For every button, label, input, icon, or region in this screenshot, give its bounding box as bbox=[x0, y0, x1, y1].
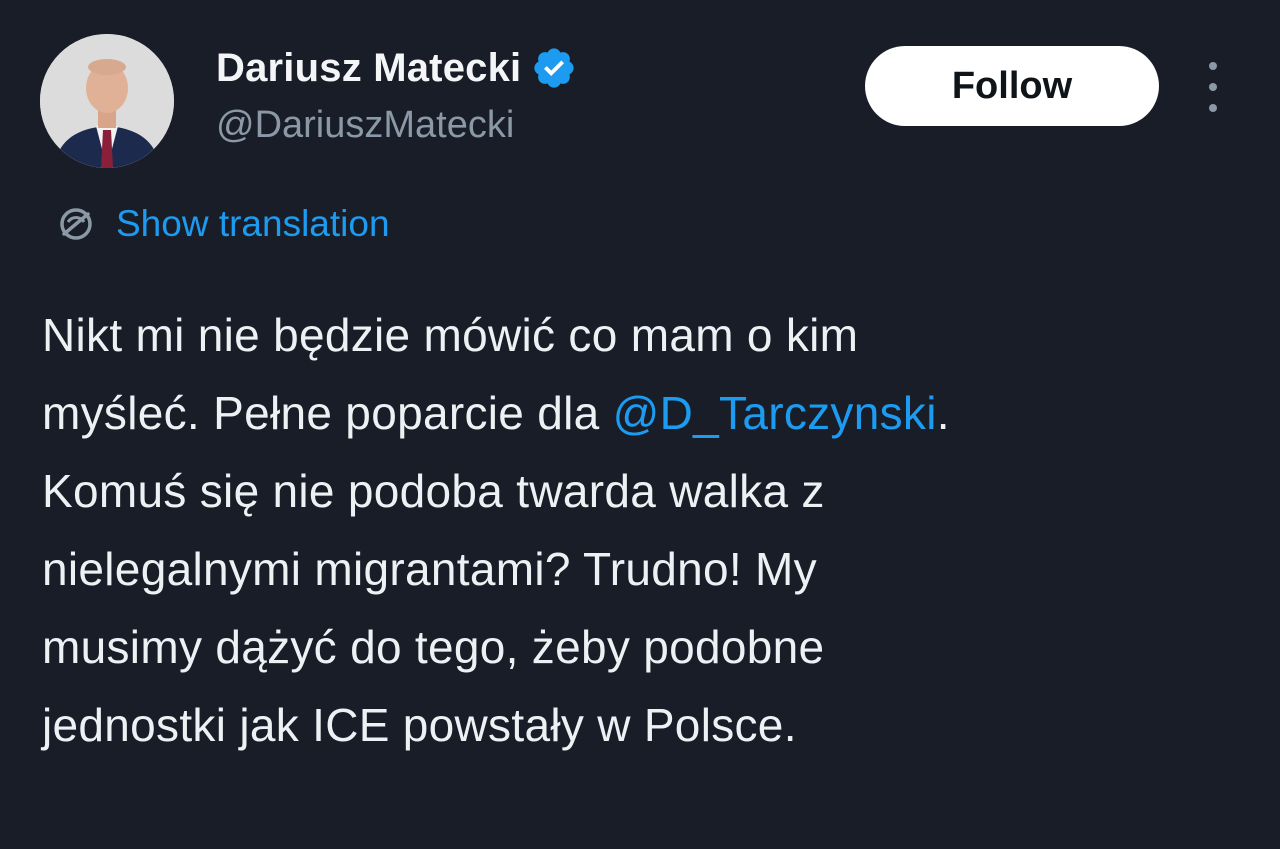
author-display-name[interactable]: Dariusz Matecki bbox=[216, 46, 521, 91]
tweet-text-segment: . bbox=[936, 387, 950, 439]
avatar[interactable] bbox=[40, 34, 174, 168]
tweet-text-line: musimy dążyć do tego, żeby podobne bbox=[42, 621, 825, 673]
translate-globe-icon bbox=[60, 208, 92, 240]
mention-link[interactable]: @D_Tarczynski bbox=[613, 387, 937, 439]
tweet-text-line: Komuś się nie podoba twarda walka z bbox=[42, 465, 825, 517]
tweet-text-line: nielegalnymi migrantami? Trudno! My bbox=[42, 543, 817, 595]
tweet-text-line: Nikt mi nie będzie mówić co mam o kim bbox=[42, 309, 859, 361]
more-options-icon[interactable] bbox=[1196, 62, 1230, 112]
more-dot bbox=[1209, 83, 1217, 91]
follow-button[interactable]: Follow bbox=[865, 46, 1159, 126]
show-translation-link[interactable]: Show translation bbox=[54, 198, 390, 250]
verified-badge-icon bbox=[534, 48, 574, 88]
tweet-card: Dariusz Matecki @DariuszMatecki Follow S… bbox=[0, 0, 1280, 849]
author-name-row: Dariusz Matecki bbox=[216, 40, 577, 96]
more-dot bbox=[1209, 62, 1217, 70]
tweet-body: Nikt mi nie będzie mówić co mam o kim my… bbox=[42, 296, 1242, 764]
tweet-text-segment: myśleć. Pełne poparcie dla bbox=[42, 387, 613, 439]
tweet-text-line: myśleć. Pełne poparcie dla @D_Tarczynski… bbox=[42, 374, 1242, 452]
more-dot bbox=[1209, 104, 1217, 112]
author-handle[interactable]: @DariuszMatecki bbox=[216, 104, 514, 147]
avatar-portrait bbox=[40, 34, 174, 168]
tweet-text-line: jednostki jak ICE powstały w Polsce. bbox=[42, 699, 797, 751]
show-translation-label: Show translation bbox=[116, 203, 390, 244]
